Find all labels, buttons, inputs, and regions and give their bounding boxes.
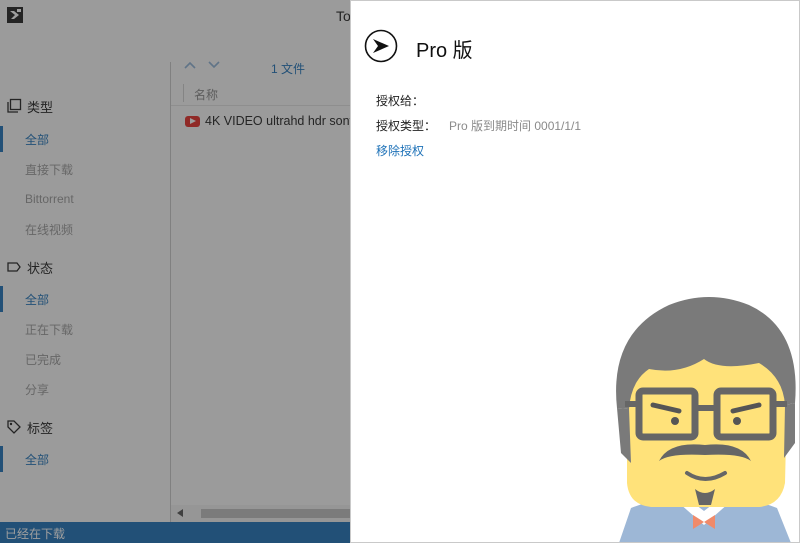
- mascot-illustration: [616, 297, 796, 542]
- back-arrow-icon[interactable]: [364, 29, 398, 63]
- pro-license-panel: Pro 版 授权给： 授权类型： Pro 版到期时间 0001/1/1 移除授权: [350, 0, 800, 543]
- modal-overlay[interactable]: [0, 0, 350, 543]
- licensed-to-label: 授权给：: [376, 94, 425, 108]
- panel-title: Pro 版: [416, 40, 473, 62]
- license-type-label: 授权类型：: [376, 119, 437, 133]
- license-type-value: Pro 版到期时间 0001/1/1: [449, 119, 582, 133]
- remove-license-link[interactable]: 移除授权: [376, 142, 424, 159]
